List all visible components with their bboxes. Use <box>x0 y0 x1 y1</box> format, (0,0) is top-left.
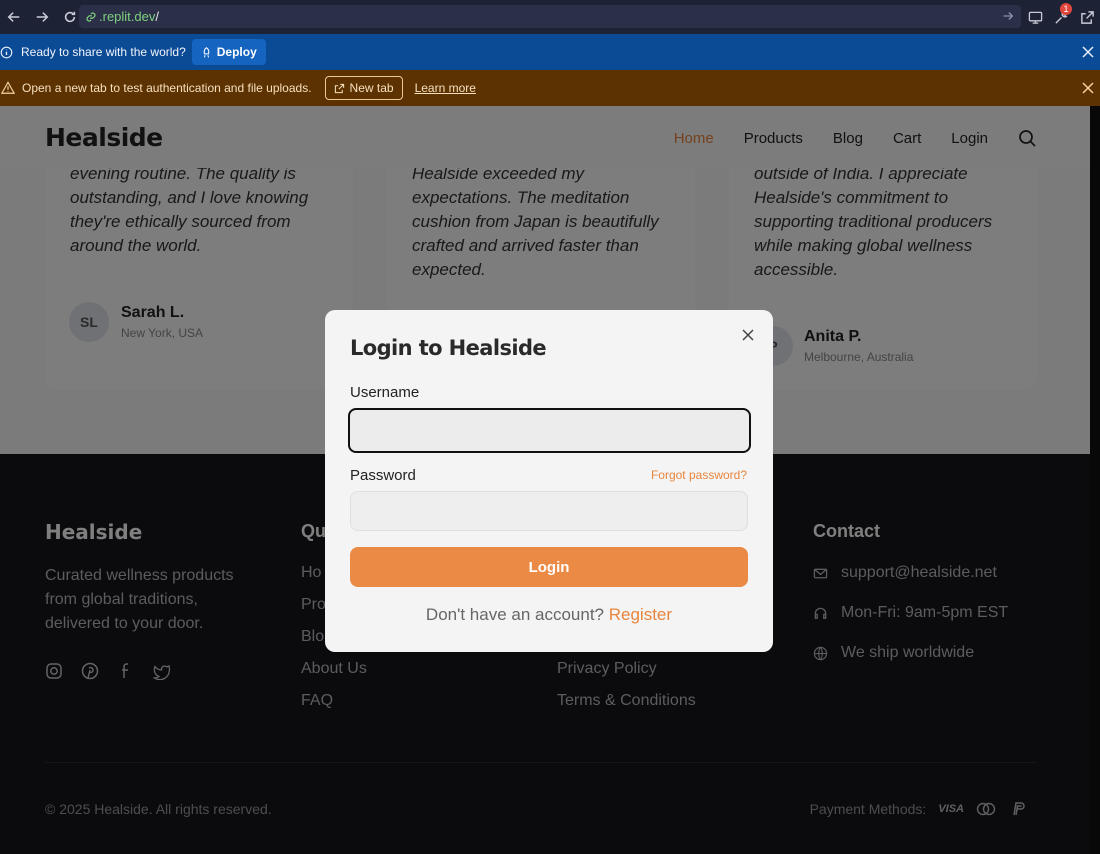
close-icon[interactable] <box>1082 46 1094 58</box>
forgot-password-link[interactable]: Forgot password? <box>651 468 747 482</box>
monitor-icon <box>1028 11 1042 24</box>
link-icon <box>86 11 96 22</box>
page-viewport: Healside have transformed my evening rou… <box>0 106 1100 854</box>
close-icon[interactable] <box>1082 82 1094 94</box>
browser-toolbar: .replit.dev/ 1 <box>0 0 1100 34</box>
auth-banner: Open a new tab to test authentication an… <box>0 70 1100 106</box>
devices-button[interactable] <box>1022 0 1048 34</box>
arrow-right-icon <box>36 12 49 22</box>
forward-button[interactable] <box>28 0 56 34</box>
auth-banner-text: Open a new tab to test authentication an… <box>22 81 312 95</box>
deploy-button[interactable]: Deploy <box>191 39 266 65</box>
login-button[interactable]: Login <box>350 547 748 587</box>
external-link-icon <box>1080 10 1094 24</box>
address-bar[interactable]: .replit.dev / <box>79 5 1021 28</box>
arrow-left-icon <box>7 12 20 22</box>
deploy-banner-text: Ready to share with the world? <box>21 45 186 59</box>
url-domain: .replit.dev <box>99 9 156 24</box>
deploy-button-label: Deploy <box>216 45 257 59</box>
reload-icon <box>64 11 76 23</box>
username-label: Username <box>350 384 420 401</box>
no-account-text: Don't have an account? <box>425 605 605 624</box>
modal-title: Login to Healside <box>350 336 547 360</box>
deploy-banner: Ready to share with the world? Deploy <box>0 34 1100 70</box>
password-label: Password <box>350 467 416 484</box>
notification-badge: 1 <box>1060 3 1072 15</box>
external-link-icon <box>334 83 344 93</box>
username-input[interactable] <box>348 408 751 453</box>
new-tab-label: New tab <box>349 81 394 95</box>
login-modal: Login to Healside Username Password Forg… <box>325 310 773 652</box>
tools-button[interactable]: 1 <box>1048 0 1074 34</box>
rocket-icon <box>203 46 210 57</box>
close-icon[interactable] <box>742 329 754 341</box>
register-link[interactable]: Register <box>609 605 672 624</box>
register-prompt: Don't have an account? Register <box>325 605 773 625</box>
back-button[interactable] <box>0 0 28 34</box>
warning-icon <box>1 81 15 94</box>
go-arrow-icon[interactable] <box>1001 9 1015 23</box>
url-path: / <box>155 9 159 24</box>
info-icon <box>0 46 13 58</box>
password-input[interactable] <box>350 491 748 531</box>
open-external-button[interactable] <box>1074 0 1100 34</box>
new-tab-button[interactable]: New tab <box>324 76 403 100</box>
learn-more-link[interactable]: Learn more <box>415 81 476 95</box>
